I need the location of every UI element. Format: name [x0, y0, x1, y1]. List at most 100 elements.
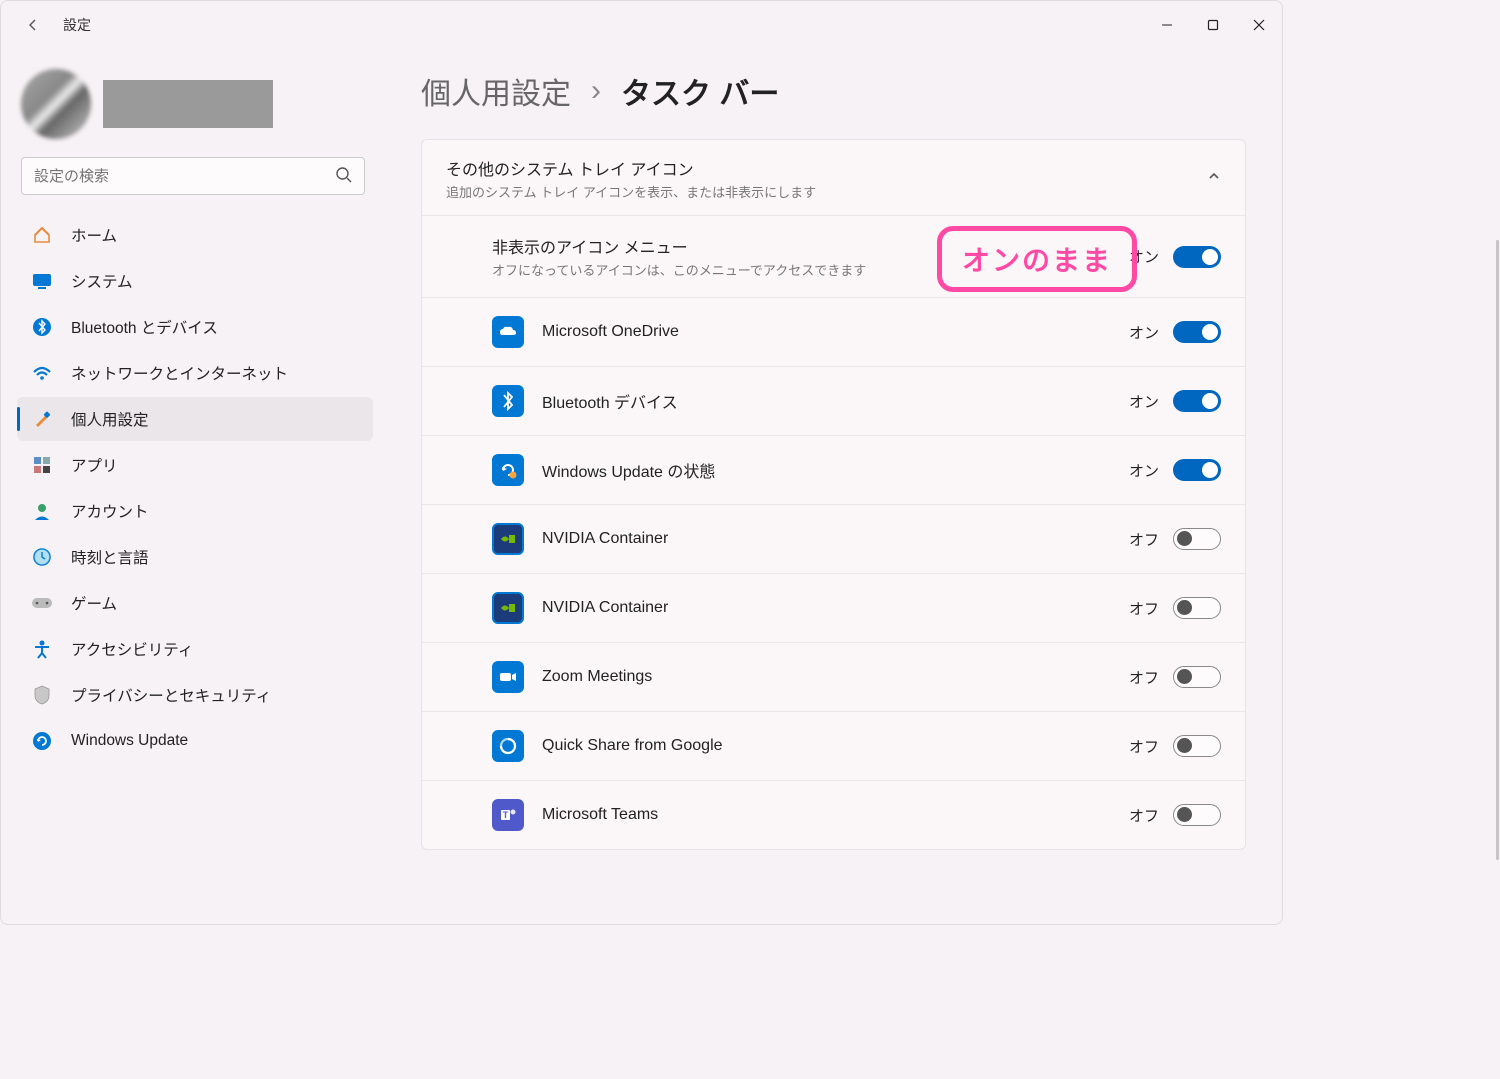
search-box[interactable] [21, 157, 365, 195]
minimize-button[interactable] [1144, 9, 1190, 41]
nav-label: システム [71, 270, 133, 292]
nav-label: 個人用設定 [71, 408, 149, 430]
nav-label: アカウント [71, 500, 149, 522]
gamepad-icon [31, 592, 53, 614]
row-nvidia-container-1: NVIDIA Container オフ [422, 504, 1245, 573]
breadcrumb: 個人用設定 › タスク バー [421, 69, 1246, 113]
nav-label: ネットワークとインターネット [71, 362, 288, 384]
arrow-left-icon [25, 17, 41, 33]
windows-update-status-icon [492, 454, 524, 486]
search-input[interactable] [21, 157, 365, 195]
toggle-state-text: オフ [1129, 805, 1159, 826]
nav-label: アクセシビリティ [71, 638, 193, 660]
section-header[interactable]: その他のシステム トレイ アイコン 追加のシステム トレイ アイコンを表示、また… [422, 140, 1245, 215]
toggle-onedrive[interactable] [1173, 321, 1221, 343]
section-title: その他のシステム トレイ アイコン [446, 156, 816, 180]
toggle-windows-update-status[interactable] [1173, 459, 1221, 481]
breadcrumb-current: タスク バー [621, 69, 779, 113]
person-icon [31, 500, 53, 522]
row-label: Quick Share from Google [542, 737, 723, 755]
nav-home[interactable]: ホーム [17, 213, 373, 257]
tray-icons-section: その他のシステム トレイ アイコン 追加のシステム トレイ アイコンを表示、また… [421, 139, 1246, 850]
nvidia-icon [492, 523, 524, 555]
apps-icon [31, 454, 53, 476]
annotation-overlay: オンのまま [937, 226, 1137, 292]
toggle-nvidia-2[interactable] [1173, 597, 1221, 619]
brush-icon [31, 408, 53, 430]
nvidia-icon [492, 592, 524, 624]
bluetooth-device-icon [492, 385, 524, 417]
nav-label: アプリ [71, 454, 118, 476]
toggle-state-text: オン [1129, 460, 1159, 481]
toggle-teams[interactable] [1173, 804, 1221, 826]
toggle-state-text: オフ [1129, 529, 1159, 550]
breadcrumb-separator: › [591, 74, 601, 108]
minimize-icon [1161, 19, 1173, 31]
nav-accessibility[interactable]: アクセシビリティ [17, 627, 373, 671]
row-label: Microsoft OneDrive [542, 323, 679, 341]
search-icon [335, 166, 353, 189]
breadcrumb-parent[interactable]: 個人用設定 [421, 69, 571, 113]
section-subtitle: 追加のシステム トレイ アイコンを表示、または非表示にします [446, 182, 816, 201]
quick-share-icon [492, 730, 524, 762]
toggle-state-text: オフ [1129, 667, 1159, 688]
toggle-zoom[interactable] [1173, 666, 1221, 688]
maximize-button[interactable] [1190, 9, 1236, 41]
nav-personalization[interactable]: 個人用設定 [17, 397, 373, 441]
username-redacted [103, 80, 273, 128]
accessibility-icon [31, 638, 53, 660]
row-label: Bluetooth デバイス [542, 389, 678, 413]
nav-system[interactable]: システム [17, 259, 373, 303]
toggle-state-text: オン [1129, 322, 1159, 343]
row-nvidia-container-2: NVIDIA Container オフ [422, 573, 1245, 642]
nav-label: ホーム [71, 224, 117, 246]
titlebar: 設定 [1, 1, 1282, 49]
svg-text:T: T [503, 810, 509, 820]
row-label: NVIDIA Container [542, 599, 668, 617]
row-onedrive: Microsoft OneDrive オン [422, 297, 1245, 366]
nav-windows-update[interactable]: Windows Update [17, 719, 373, 763]
row-bluetooth-devices: Bluetooth デバイス オン [422, 366, 1245, 435]
nav-label: 時刻と言語 [71, 546, 149, 568]
nav-label: Windows Update [71, 732, 188, 750]
toggle-state-text: オフ [1129, 598, 1159, 619]
row-label: Zoom Meetings [542, 668, 652, 686]
chevron-up-icon [1207, 169, 1221, 188]
home-icon [31, 224, 53, 246]
toggle-nvidia-1[interactable] [1173, 528, 1221, 550]
row-label: NVIDIA Container [542, 530, 668, 548]
maximize-icon [1207, 19, 1219, 31]
nav-bluetooth[interactable]: Bluetooth とデバイス [17, 305, 373, 349]
toggle-state-text: オン [1129, 391, 1159, 412]
toggle-bluetooth-devices[interactable] [1173, 390, 1221, 412]
nav-privacy[interactable]: プライバシーとセキュリティ [17, 673, 373, 717]
row-quick-share: Quick Share from Google オフ [422, 711, 1245, 780]
zoom-icon [492, 661, 524, 693]
nav-gaming[interactable]: ゲーム [17, 581, 373, 625]
teams-icon: T [492, 799, 524, 831]
row-teams: T Microsoft Teams オフ [422, 780, 1245, 849]
profile-block[interactable] [21, 69, 373, 139]
nav-label: Bluetooth とデバイス [71, 316, 218, 338]
row-label: Microsoft Teams [542, 806, 658, 824]
nav-label: プライバシーとセキュリティ [71, 684, 271, 706]
toggle-hidden-icon-menu[interactable] [1173, 246, 1221, 268]
toggle-state-text: オフ [1129, 736, 1159, 757]
scrollbar-thumb[interactable] [1496, 240, 1499, 860]
app-title: 設定 [63, 15, 91, 35]
shield-icon [31, 684, 53, 706]
system-icon [31, 270, 53, 292]
sidebar: ホーム システム Bluetooth とデバイス ネットワークとインターネット … [1, 49, 381, 924]
onedrive-icon [492, 316, 524, 348]
nav-network[interactable]: ネットワークとインターネット [17, 351, 373, 395]
nav: ホーム システム Bluetooth とデバイス ネットワークとインターネット … [17, 213, 373, 763]
nav-time-language[interactable]: 時刻と言語 [17, 535, 373, 579]
row-hidden-icon-menu: 非表示のアイコン メニュー オフになっているアイコンは、このメニューでアクセスで… [422, 215, 1245, 297]
nav-apps[interactable]: アプリ [17, 443, 373, 487]
toggle-quick-share[interactable] [1173, 735, 1221, 757]
avatar [21, 69, 91, 139]
row-label: Windows Update の状態 [542, 458, 715, 482]
back-button[interactable] [17, 9, 49, 41]
close-button[interactable] [1236, 9, 1282, 41]
nav-accounts[interactable]: アカウント [17, 489, 373, 533]
